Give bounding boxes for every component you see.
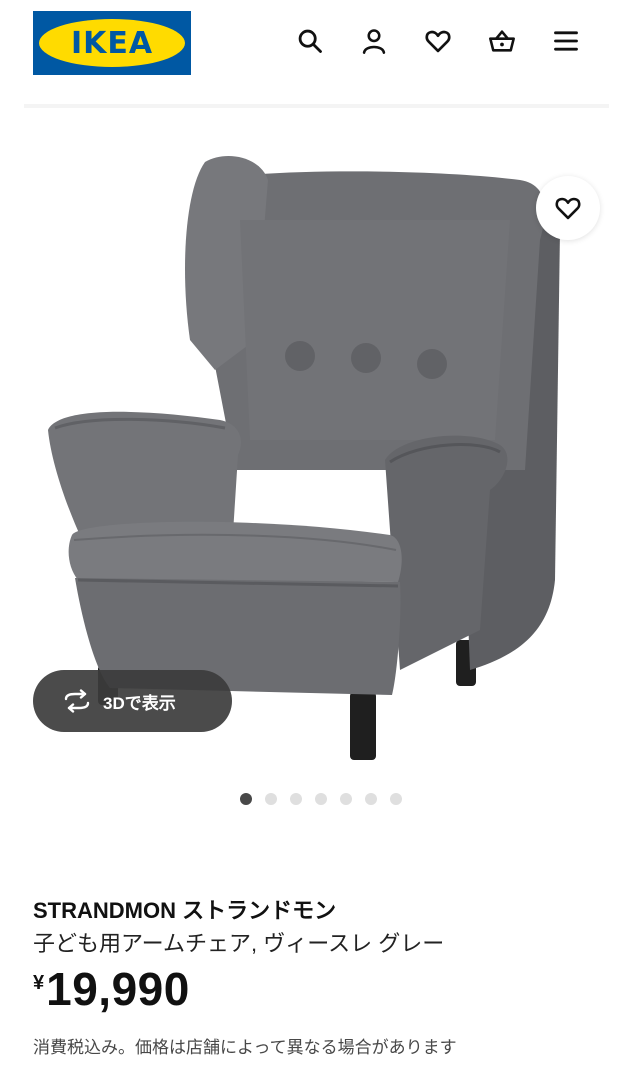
product-gallery[interactable]: 3Dで表示 <box>0 110 633 790</box>
pagination-dot-2[interactable] <box>264 793 277 805</box>
header-divider <box>24 104 609 108</box>
price-value: 19,990 <box>46 963 190 1015</box>
ikea-logo[interactable]: IKEA <box>33 11 191 75</box>
view-3d-label: 3Dで表示 <box>103 693 176 713</box>
basket-icon[interactable] <box>486 25 518 57</box>
tax-note: 消費税込み。価格は店舗によって異なる場合があります <box>33 1038 457 1057</box>
pagination-dot-3[interactable] <box>289 793 302 805</box>
rotate-3d-icon <box>64 689 90 713</box>
logo-text: IKEA <box>70 25 154 61</box>
pagination-dot-5[interactable] <box>339 793 352 805</box>
pagination-dot-4[interactable] <box>314 793 327 805</box>
pagination-dot-6[interactable] <box>364 793 377 805</box>
account-icon[interactable] <box>358 25 390 57</box>
price-currency: ¥ <box>33 972 45 994</box>
heart-icon[interactable] <box>422 25 454 57</box>
product-description: 子ども用アームチェア, ヴィースレ グレー <box>33 931 445 956</box>
heart-icon <box>555 197 581 220</box>
menu-icon[interactable] <box>550 25 582 57</box>
view-3d-button[interactable]: 3Dで表示 <box>33 670 232 732</box>
header: IKEA <box>0 0 633 90</box>
search-icon[interactable] <box>294 25 326 57</box>
product-price: ¥ 19,990 <box>33 962 190 1016</box>
image-pagination <box>0 793 633 807</box>
pagination-dot-1[interactable] <box>239 793 252 805</box>
product-name: STRANDMON ストランドモン <box>33 898 337 923</box>
pagination-dot-7[interactable] <box>389 793 402 805</box>
logo-oval: IKEA <box>39 19 185 67</box>
add-to-favorites-button[interactable] <box>536 176 600 240</box>
